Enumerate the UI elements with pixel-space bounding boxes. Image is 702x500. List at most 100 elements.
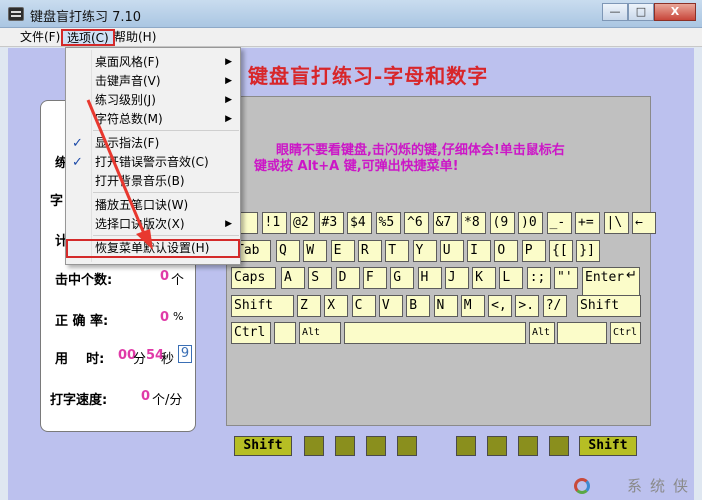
enter-arrow-icon: ↵ — [626, 268, 637, 283]
bottom-shift-right: Shift — [579, 436, 637, 456]
key: C — [351, 295, 376, 317]
key: P — [521, 240, 546, 262]
menu-help[interactable]: 帮助(H) — [110, 29, 160, 46]
speed-unit: 个/分 — [152, 393, 183, 408]
key: "' — [554, 267, 578, 289]
menu-item[interactable]: 选择口诀版次(X) ▶ — [66, 215, 240, 234]
key: !1 — [261, 212, 287, 234]
key: Q — [276, 240, 300, 262]
key: X — [324, 295, 349, 317]
bottom-shift-left: Shift — [234, 436, 292, 456]
menu-item-label: 击键声音(V) — [95, 74, 161, 88]
key: Y — [412, 240, 437, 262]
key: F — [362, 267, 387, 289]
key: L — [499, 267, 524, 289]
menu-item-label: 字符总数(M) — [95, 112, 163, 126]
key: M — [460, 295, 485, 317]
menu-item-label: 播放五笔口诀(W) — [95, 198, 189, 212]
maximize-button[interactable]: □ — [628, 3, 654, 21]
minimize-button[interactable]: — — [602, 3, 628, 21]
key: B — [406, 295, 431, 317]
watermark-logo-icon — [574, 478, 590, 494]
menu-bar: 文件(F) 选项(C) 帮助(H) — [0, 28, 702, 47]
menu-item-label: 恢复菜单默认设置(H) — [95, 241, 210, 255]
key: :; — [526, 267, 551, 289]
app-title: 键盘盲打练习-字母和数字 — [248, 64, 489, 88]
watermark: 系统侠 — [626, 477, 696, 495]
key: Ctrl — [610, 322, 641, 344]
hint-line-2: 键或按 Alt+A 键,可弹出快捷菜单! — [254, 159, 459, 174]
finger-indicator — [397, 436, 417, 456]
key: |\ — [603, 212, 629, 234]
key: A — [281, 267, 305, 289]
key: G — [390, 267, 415, 289]
finger-indicator — [487, 436, 507, 456]
accuracy-label: 正 确 率: — [55, 314, 109, 329]
key: O — [494, 240, 519, 262]
key — [344, 322, 526, 344]
menu-item[interactable]: 练习级别(J) ▶ — [66, 91, 240, 110]
key — [274, 322, 296, 344]
key: _- — [546, 212, 572, 234]
menu-item[interactable]: 桌面风格(F) ▶ — [66, 53, 240, 72]
finger-indicator — [456, 436, 476, 456]
menu-options[interactable]: 选项(C) — [61, 29, 115, 46]
hint-text: 眼睛不要看键盘,击闪烁的键,仔细体会!单击鼠标右 键或按 Alt+A 键,可弹出… — [254, 143, 644, 175]
accuracy-unit: % — [173, 310, 184, 323]
accuracy-value: 0 — [160, 310, 170, 325]
time-counter-box: 9 — [178, 345, 192, 363]
hits-unit: 个 — [171, 273, 185, 288]
key — [557, 322, 607, 344]
checkmark-icon: ✓ — [72, 155, 83, 170]
time-min-unit: 分 — [133, 352, 147, 367]
finger-indicator — [366, 436, 386, 456]
menu-item[interactable]: 字符总数(M) ▶ — [66, 110, 240, 129]
finger-indicator — [549, 436, 569, 456]
key: &7 — [432, 212, 458, 234]
submenu-arrow-icon: ▶ — [225, 219, 232, 229]
menu-item[interactable]: 恢复菜单默认设置(H) — [66, 239, 240, 258]
menu-file[interactable]: 文件(F) — [16, 29, 64, 46]
key: ← — [632, 212, 656, 234]
menu-separator — [93, 130, 239, 131]
key: Caps — [231, 267, 276, 289]
time-label: 用 时: — [55, 352, 105, 367]
menu-item-label: 桌面风格(F) — [95, 55, 160, 69]
key: >. — [515, 295, 540, 317]
key: Alt — [299, 322, 341, 344]
menu-item[interactable]: ✓ 打开错误警示音效(C) — [66, 153, 240, 172]
menu-item[interactable]: 打开背景音乐(B) — [66, 172, 240, 191]
key: Alt — [529, 322, 555, 344]
menu-item-label: 打开错误警示音效(C) — [95, 155, 209, 169]
menu-item-label: 练习级别(J) — [95, 93, 156, 107]
finger-indicator — [304, 436, 324, 456]
key: K — [472, 267, 497, 289]
key: V — [378, 295, 403, 317]
key: %5 — [375, 212, 401, 234]
hits-label: 击中个数: — [55, 273, 113, 288]
key: Shift — [231, 295, 294, 317]
menu-separator — [93, 192, 239, 193]
submenu-arrow-icon: ▶ — [225, 95, 232, 105]
menu-item[interactable]: 击键声音(V) ▶ — [66, 72, 240, 91]
menu-item-label: 显示指法(F) — [95, 136, 160, 150]
window-title: 键盘盲打练习 7.10 — [30, 10, 142, 25]
key: #3 — [318, 212, 344, 234]
key: D — [335, 267, 360, 289]
menu-item[interactable]: ✓ 显示指法(F) — [66, 134, 240, 153]
key: ?/ — [542, 295, 567, 317]
hits-value: 0 — [160, 269, 170, 284]
title-bar: 键盘盲打练习 7.10 — □ X — [0, 0, 702, 28]
menu-item[interactable]: 播放五笔口诀(W) — [66, 196, 240, 215]
menu-item-label: 打开背景音乐(B) — [95, 174, 185, 188]
stat-label-chars: 字 — [50, 194, 64, 209]
submenu-arrow-icon: ▶ — [225, 57, 232, 67]
speed-value: 0 — [141, 389, 151, 404]
window-controls: — □ X — [602, 3, 696, 21]
close-button[interactable]: X — [654, 3, 696, 21]
finger-indicator — [335, 436, 355, 456]
key: Z — [297, 295, 321, 317]
submenu-arrow-icon: ▶ — [225, 76, 232, 86]
key: R — [357, 240, 382, 262]
key: @2 — [290, 212, 315, 234]
